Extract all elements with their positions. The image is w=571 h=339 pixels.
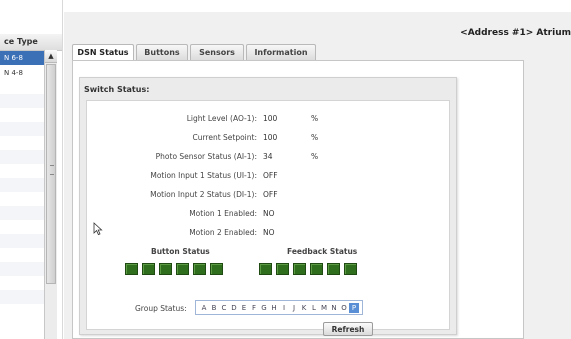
button-status-led: [210, 263, 223, 275]
current-setpoint-unit: %: [311, 133, 319, 142]
feedback-status-led: [276, 263, 289, 275]
light-level-value: 100: [263, 114, 278, 123]
group-status-selector[interactable]: A B C D E F G H I J K L M N O P: [195, 300, 363, 315]
device-row-empty[interactable]: [0, 290, 44, 304]
switch-status-section: Switch Status: Light Level (AO-1): 100 %…: [79, 77, 457, 336]
device-address-title: <Address #1> Atrium: [460, 28, 571, 38]
button-status-led: [159, 263, 172, 275]
device-row-empty[interactable]: [0, 206, 44, 220]
light-level-label: Light Level (AO-1):: [186, 114, 257, 123]
device-row-empty[interactable]: [0, 262, 44, 276]
feedback-status-led: [293, 263, 306, 275]
tab-buttons[interactable]: Buttons: [136, 44, 188, 60]
light-level-unit: %: [311, 114, 319, 123]
motion-2-enabled-label: Motion 2 Enabled:: [189, 228, 257, 237]
group-letter-f[interactable]: F: [249, 303, 259, 313]
switch-status-title: Switch Status:: [84, 85, 150, 94]
group-status-label: Group Status:: [135, 304, 187, 313]
device-row[interactable]: N 6-8: [0, 51, 44, 65]
feedback-status-label: Feedback Status: [287, 247, 358, 256]
motion-input-1-label: Motion Input 1 Status (UI-1):: [150, 171, 257, 180]
device-row-empty[interactable]: [0, 234, 44, 248]
button-status-led: [125, 263, 138, 275]
group-letter-p[interactable]: P: [349, 303, 359, 313]
motion-input-2-label: Motion Input 2 Status (DI-1):: [150, 190, 257, 199]
device-list-panel: ce Type N 6-8 N 4-8 ▲: [0, 0, 63, 339]
group-letter-k[interactable]: K: [299, 303, 309, 313]
tab-content-panel: Switch Status: Light Level (AO-1): 100 %…: [72, 60, 524, 339]
group-letter-d[interactable]: D: [229, 303, 239, 313]
motion-input-2-value: OFF: [263, 190, 278, 199]
motion-1-enabled-label: Motion 1 Enabled:: [189, 209, 257, 218]
main-area: <Address #1> Atrium DSN Status Buttons S…: [64, 12, 571, 339]
group-letter-h[interactable]: H: [269, 303, 279, 313]
feedback-status-led: [327, 263, 340, 275]
device-row-empty[interactable]: [0, 150, 44, 164]
motion-1-enabled-value: NO: [263, 209, 275, 218]
button-status-led: [193, 263, 206, 275]
scroll-up-arrow-icon[interactable]: ▲: [45, 50, 57, 63]
group-letter-a[interactable]: A: [199, 303, 209, 313]
group-letter-n[interactable]: N: [329, 303, 339, 313]
group-letter-i[interactable]: I: [279, 303, 289, 313]
tab-sensors[interactable]: Sensors: [190, 44, 244, 60]
group-letter-m[interactable]: M: [319, 303, 329, 313]
group-letter-o[interactable]: O: [339, 303, 349, 313]
motion-input-1-value: OFF: [263, 171, 278, 180]
switch-status-body: Light Level (AO-1): 100 % Current Setpoi…: [86, 100, 450, 336]
group-letter-b[interactable]: B: [209, 303, 219, 313]
current-setpoint-value: 100: [263, 133, 278, 142]
current-setpoint-label: Current Setpoint:: [192, 133, 257, 142]
group-letter-g[interactable]: G: [259, 303, 269, 313]
button-status-led: [142, 263, 155, 275]
tab-information[interactable]: Information: [246, 44, 316, 60]
device-row-empty[interactable]: [0, 178, 44, 192]
mouse-cursor-icon: [93, 222, 103, 236]
refresh-button[interactable]: Refresh: [323, 322, 373, 336]
scroll-grip-icon: [50, 165, 54, 175]
feedback-status-led: [259, 263, 272, 275]
photo-sensor-unit: %: [311, 152, 319, 161]
group-letter-e[interactable]: E: [239, 303, 249, 313]
device-type-column-header[interactable]: ce Type: [0, 34, 62, 51]
feedback-status-led: [344, 263, 357, 275]
group-letter-l[interactable]: L: [309, 303, 319, 313]
device-row-empty[interactable]: [0, 122, 44, 136]
feedback-status-led: [310, 263, 323, 275]
device-row[interactable]: N 4-8: [0, 66, 44, 80]
motion-2-enabled-value: NO: [263, 228, 275, 237]
photo-sensor-label: Photo Sensor Status (AI-1):: [155, 152, 257, 161]
group-letter-j[interactable]: J: [289, 303, 299, 313]
photo-sensor-value: 34: [263, 152, 273, 161]
group-letter-c[interactable]: C: [219, 303, 229, 313]
button-status-led: [176, 263, 189, 275]
device-type-header-label: ce Type: [4, 37, 38, 46]
scroll-thumb[interactable]: [46, 64, 56, 284]
device-row-empty[interactable]: [0, 94, 44, 108]
button-status-label: Button Status: [151, 247, 210, 256]
tab-dsn-status[interactable]: DSN Status: [72, 44, 134, 61]
device-list-scrollbar[interactable]: ▲: [44, 50, 57, 339]
